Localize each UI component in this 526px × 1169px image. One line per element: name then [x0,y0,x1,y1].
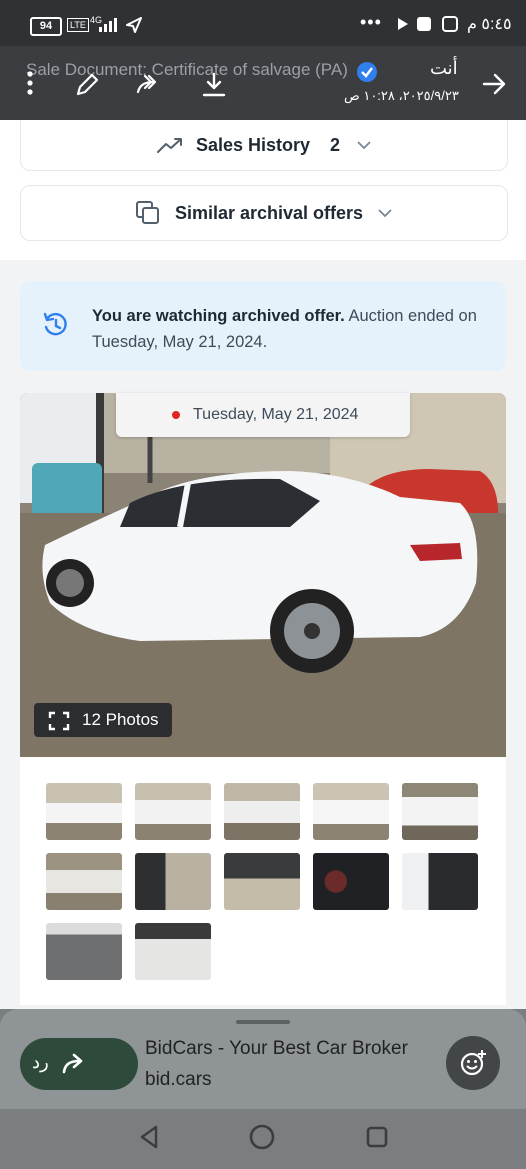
expand-icon [48,711,70,731]
sales-history-label: Sales History [195,134,311,155]
edit-icon[interactable] [74,72,100,98]
status-dot [172,411,180,419]
back-arrow-icon[interactable] [482,72,508,96]
view-all-photos-button[interactable]: 12 Photos [34,703,172,737]
system-navigation-bar [0,1109,526,1169]
forward-all-icon[interactable] [136,72,166,98]
sent-timestamp: ٢٠٢٥/٩/٢٣، ١٠:٢٨ ص [344,88,459,103]
history-icon [43,312,67,336]
verified-badge-icon [357,62,377,82]
thumbnail[interactable] [313,853,389,910]
download-icon[interactable] [201,71,227,99]
thumbnail[interactable] [224,853,300,910]
media-viewer-toolbar: Sale Document: Certificate of salvage (P… [0,46,526,120]
link-preview-domain[interactable]: bid.cars [145,1069,212,1091]
volte-badge: LTE [67,18,89,32]
archived-offer-notice: You are watching archived offer. Auction… [20,281,506,371]
similar-offers-label: Similar archival offers [174,202,364,223]
thumbnail[interactable] [224,783,300,840]
emoji-add-icon [460,1050,486,1076]
thumbnail[interactable] [135,923,211,980]
location-arrow-icon [126,17,142,33]
more-notifications-icon: ••• [360,12,382,32]
similar-archival-offers-button[interactable]: Similar archival offers [20,185,508,241]
status-bar: 94 LTE 4G ••• ٥:٤٥ م [0,0,526,46]
add-reaction-button[interactable] [446,1036,500,1090]
sheet-drag-handle[interactable] [236,1020,290,1024]
chevron-down-icon [378,209,392,218]
reply-arrow-icon [62,1053,83,1074]
play-icon [398,18,408,30]
signal-icon [99,18,117,32]
thumbnail[interactable] [46,923,122,980]
sales-history-count: 2 [330,134,341,155]
thumbnail[interactable] [135,783,211,840]
clock: ٥:٤٥ م [467,16,512,33]
thumbnail[interactable] [402,783,478,840]
chevron-down-icon [357,141,371,150]
back-nav-icon[interactable] [138,1124,160,1150]
instagram-icon [442,16,458,32]
trend-up-icon [156,138,182,153]
auction-date: Tuesday, May 21, 2024 [193,406,359,423]
thumbnail-grid [20,757,506,1005]
thumbnail[interactable] [46,853,122,910]
battery-indicator: 94 [30,17,62,36]
thumbnail[interactable] [46,783,122,840]
thumbnail[interactable] [135,853,211,910]
copy-icon [135,201,159,224]
photos-count-label: 12 Photos [82,710,159,729]
recents-nav-icon[interactable] [366,1126,388,1148]
auction-date-pill: Tuesday, May 21, 2024 [116,393,410,437]
sales-history-button[interactable]: Sales History 2 [20,120,508,171]
notice-text: You are watching archived offer. Auction… [92,303,492,355]
thumbnail[interactable] [313,783,389,840]
reply-label: رد [32,1052,49,1072]
thumbnail[interactable] [402,853,478,910]
overflow-menu-icon[interactable] [20,70,40,96]
sender-name: أنت [430,58,458,78]
notice-bold: You are watching archived offer. [92,307,345,325]
home-nav-icon[interactable] [248,1123,276,1151]
message-app-icon [417,17,431,31]
reply-button[interactable]: رد [20,1038,138,1090]
link-preview-title[interactable]: BidCars - Your Best Car Broker [145,1038,408,1060]
